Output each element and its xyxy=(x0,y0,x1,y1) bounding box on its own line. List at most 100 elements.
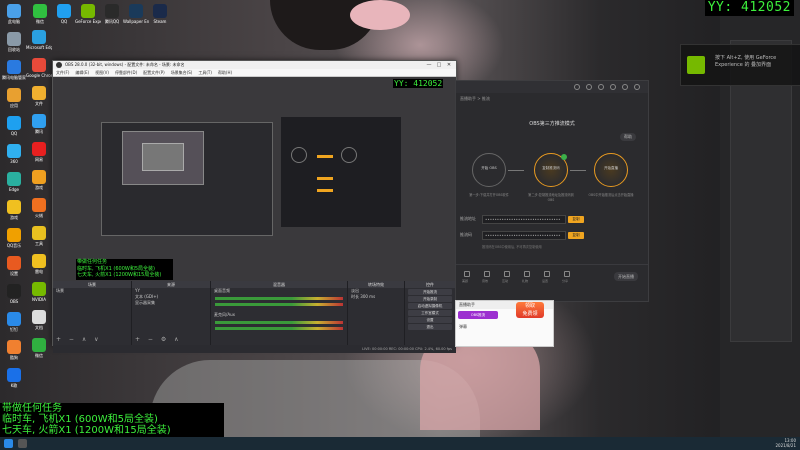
geforce-notification[interactable]: 按下 Alt+Z, 使用 GeForce Experience 的 叠加界面 xyxy=(680,44,800,86)
desktop-shortcut[interactable]: 360 xyxy=(2,144,26,170)
settings-icon xyxy=(7,256,21,270)
obs-menu-item[interactable]: 配置文件(P) xyxy=(143,69,165,76)
desktop-shortcut[interactable]: 腾讯QQ xyxy=(100,4,124,30)
obs-menu-item[interactable]: 文件(F) xyxy=(56,69,69,76)
desktop-shortcut[interactable]: 应用 xyxy=(2,88,26,114)
stream-assistant-panel[interactable]: 直播助手 > 推流 OBS第三方推流模式 帮助 开始 OBS 复制推流码 开始直… xyxy=(455,80,649,302)
source-item[interactable]: 显示器采集 xyxy=(132,300,210,306)
desktop-shortcut[interactable]: Edge xyxy=(2,172,26,198)
copy-key-button[interactable]: 复制 xyxy=(568,232,584,239)
desktop-shortcut[interactable]: 腾讯电脑管家 xyxy=(2,60,26,86)
desktop-shortcut[interactable]: QQ xyxy=(2,116,26,142)
desktop-shortcut[interactable]: 文档 xyxy=(27,310,51,336)
check-icon xyxy=(561,154,567,160)
beauty-icon[interactable] xyxy=(464,271,470,277)
exit-button[interactable]: 退出 xyxy=(408,324,452,330)
desktop-shortcut[interactable]: 工具 xyxy=(27,226,51,252)
settings-button[interactable]: 设置 xyxy=(408,317,452,323)
scene-add-remove-icons[interactable]: + − ∧ ∨ xyxy=(56,336,102,343)
desktop-shortcut[interactable]: 微信 xyxy=(28,4,52,30)
desktop-shortcut[interactable]: 微信 xyxy=(27,338,51,364)
game-icon xyxy=(7,200,21,214)
desktop-shortcut[interactable]: 回收站 xyxy=(2,32,26,58)
start-recording-button[interactable]: 开始录制 xyxy=(408,296,452,302)
scene-item[interactable]: 场景 xyxy=(53,288,131,294)
desktop-shortcut[interactable]: 火绒 xyxy=(27,198,51,224)
virtual-camera-button[interactable]: 启动虚拟摄像机 xyxy=(408,303,452,309)
desktop-shortcut[interactable]: K歌 xyxy=(2,368,26,394)
mixer-dock[interactable]: 混音器 桌面音频 麦克风/Aux xyxy=(211,281,347,345)
preview-text-overlay: 带做任何任务 临时车, 飞机X1 (600W和5局全装) 七天车, 火箭X1 (… xyxy=(76,259,173,280)
desktop-shortcut[interactable]: Wallpaper Engine xyxy=(123,4,149,30)
obs-menu-item[interactable]: 帮助(H) xyxy=(218,69,232,76)
game-icon xyxy=(32,170,46,184)
home-icon[interactable] xyxy=(574,84,580,90)
close-icon[interactable] xyxy=(634,84,640,90)
step-description: 第二步:复制推流地址及推流码到OBS xyxy=(528,193,574,202)
desktop-shortcut[interactable]: GeForce Experience xyxy=(75,4,101,30)
desktop-shortcut[interactable]: 钉钉 xyxy=(2,312,26,338)
desktop-shortcut[interactable]: 网易 xyxy=(27,142,51,168)
scenes-dock[interactable]: 场景 场景 + − ∧ ∨ xyxy=(53,281,131,345)
start-live-button[interactable]: 开始直播 xyxy=(614,272,638,281)
desktop-shortcut[interactable]: QQ音乐 xyxy=(2,228,26,254)
desktop-shortcut[interactable]: Microsoft Edge xyxy=(26,30,52,56)
message-icon[interactable] xyxy=(586,84,592,90)
transitions-dock[interactable]: 转场特效 淡出 时长 300 ms xyxy=(348,281,404,345)
controls-dock[interactable]: 控件 开始推流 开始录制 启动虚拟摄像机 工作室模式 设置 退出 xyxy=(405,281,455,345)
gift-icon[interactable] xyxy=(524,271,530,277)
obs-title-bar[interactable]: OBS 28.0.0 (32-bit, windows) - 配置文件: 未命名… xyxy=(53,61,456,69)
desktop-shortcut[interactable]: 此电脑 xyxy=(2,4,26,30)
desktop-shortcut[interactable]: 腾讯 xyxy=(27,114,51,140)
promo-badge[interactable]: 领取 免费领 xyxy=(516,302,544,318)
obs-window[interactable]: OBS 28.0.0 (32-bit, windows) - 配置文件: 未命名… xyxy=(52,60,457,353)
help-button[interactable]: 帮助 xyxy=(620,133,636,141)
start-streaming-button[interactable]: 开始推流 xyxy=(408,289,452,295)
tool-label: 音效 xyxy=(482,279,489,283)
sources-dock[interactable]: 来源 YY 文本 (GDI+) 显示器采集 + − ⚙ ∧ xyxy=(132,281,210,345)
desktop-shortcut[interactable]: 游戏 xyxy=(27,170,51,196)
bell-icon[interactable] xyxy=(610,84,616,90)
gear-icon[interactable] xyxy=(544,271,550,277)
desktop-shortcut[interactable]: 游戏 xyxy=(2,200,26,226)
badge-line: 免费领 xyxy=(522,311,538,317)
mixer-volume-meter[interactable] xyxy=(215,321,343,324)
minimize-icon[interactable]: — xyxy=(424,61,434,69)
stream-key-field[interactable]: •••••••••••••••••••••••••••••••• xyxy=(482,231,566,240)
desktop-shortcut[interactable]: 雷电 xyxy=(27,254,51,280)
search-icon[interactable] xyxy=(18,439,27,448)
desktop-shortcut[interactable]: 设置 xyxy=(2,256,26,282)
desktop-shortcut[interactable]: OBS xyxy=(2,284,26,310)
obs-menu-item[interactable]: 场景集合(S) xyxy=(171,69,193,76)
maximize-icon[interactable]: □ xyxy=(434,61,444,69)
desktop-shortcut[interactable]: Google Chrome xyxy=(26,58,52,84)
sound-icon[interactable] xyxy=(484,271,490,277)
interact-icon[interactable] xyxy=(504,271,510,277)
close-icon[interactable]: ✕ xyxy=(444,61,454,69)
copy-url-button[interactable]: 复制 xyxy=(568,216,584,223)
system-tray-clock[interactable]: 13:00 2021/8/21 xyxy=(775,438,796,448)
obs-menu-item[interactable]: 视图(V) xyxy=(95,69,109,76)
source-add-remove-icons[interactable]: + − ⚙ ∧ xyxy=(135,336,182,343)
transition-duration[interactable]: 时长 300 ms xyxy=(348,294,404,300)
mixer-volume-meter[interactable] xyxy=(215,303,343,306)
studio-mode-button[interactable]: 工作室模式 xyxy=(408,310,452,316)
desktop-shortcut[interactable]: 文件 xyxy=(27,86,51,112)
start-icon[interactable] xyxy=(4,439,13,448)
desktop-shortcut[interactable]: QQ xyxy=(52,4,76,30)
obs-menu-item[interactable]: 工具(T) xyxy=(198,69,212,76)
obs-menu-item[interactable]: 编辑(E) xyxy=(75,69,89,76)
desktop-shortcut[interactable]: NVIDIA xyxy=(27,282,51,308)
obs-stream-button[interactable]: OBS推流 xyxy=(458,311,498,319)
mixer-volume-meter[interactable] xyxy=(215,297,343,300)
mixer-volume-meter[interactable] xyxy=(215,327,343,330)
desktop-shortcut[interactable]: Steam xyxy=(148,4,172,30)
share-icon[interactable] xyxy=(564,271,570,277)
desktop-shortcut[interactable]: 酷狗 xyxy=(2,340,26,366)
obs-menu-item[interactable]: 停靠部件(D) xyxy=(115,69,137,76)
stream-url-field[interactable]: •••••••••••••••••••••••••••••••• xyxy=(482,215,566,224)
user-icon[interactable] xyxy=(598,84,604,90)
controls-header: 控件 xyxy=(405,281,455,288)
obs-preview[interactable]: YY: 412052 带做任何任务 临时车, 飞机X1 (600W和5局全装) … xyxy=(53,77,456,281)
minimize-icon[interactable] xyxy=(622,84,628,90)
